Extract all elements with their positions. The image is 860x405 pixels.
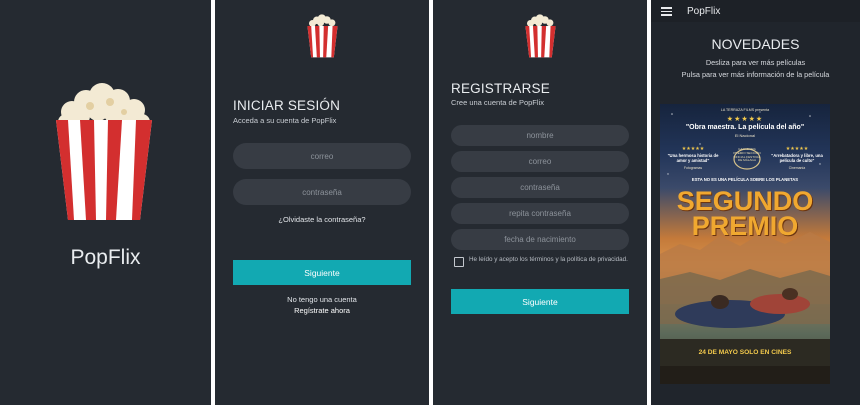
forgot-password-link[interactable]: ¿Olvidaste la contraseña? [215, 215, 429, 224]
page-title: REGISTRARSE [451, 81, 550, 96]
swipe-hint: Desliza para ver más películas [705, 58, 806, 67]
splash-screen: PopFlix [0, 0, 211, 405]
popcorn-logo-icon [525, 14, 556, 58]
register-screen: REGISTRARSE Cree una cuenta de PopFlix n… [433, 0, 647, 405]
app-name: PopFlix [70, 246, 141, 269]
poster-tagline: ESTA NO ES UNA PELÍCULA SOBRE LOS PLANET… [691, 177, 799, 182]
page-title: INICIAR SESIÓN [233, 98, 341, 113]
app-title: PopFlix [687, 5, 721, 17]
email-field[interactable]: correo [451, 151, 629, 172]
poster-quote-left-source: Fotogramas [683, 166, 703, 170]
terms-row[interactable]: He leído y acepto los términos y la polí… [454, 256, 632, 267]
poster-title-line2: PREMIO [691, 211, 799, 241]
section-heading: NOVEDADES [711, 36, 800, 52]
poster-right-stars-icon: ★★★★★ [785, 146, 809, 152]
app-bar: PopFlix [651, 0, 860, 22]
poster-quote-left: "Una hermosa historia de amor y amistad" [667, 153, 719, 163]
tap-hint: Pulsa para ver más información de la pel… [681, 70, 830, 79]
poster-quote-main-source: El Nacional [734, 133, 756, 138]
poster-presenter: LA TERRAZA FILMS presenta [720, 108, 770, 112]
email-field[interactable]: correo [233, 143, 411, 169]
next-button[interactable]: Siguiente [233, 260, 411, 285]
poster-release: 24 DE MAYO SOLO EN CINES [698, 349, 792, 356]
no-account-text: No tengo una cuenta [287, 295, 357, 304]
repeat-password-field[interactable]: repita contraseña [451, 203, 629, 224]
poster-quote-right-source: Cinemanía [788, 166, 806, 170]
poster-quote-right: "Arrebatadora y libre, una película de c… [771, 153, 823, 163]
page-subtitle: Cree una cuenta de PopFlix [451, 98, 544, 107]
password-field[interactable]: contraseña [233, 179, 411, 205]
menu-icon[interactable] [661, 7, 672, 16]
popcorn-logo-icon [307, 14, 338, 58]
password-field[interactable]: contraseña [451, 177, 629, 198]
register-now-link[interactable]: Regístrate ahora [215, 306, 429, 315]
news-screen: PopFlix NOVEDADES Desliza para ver más p… [651, 0, 860, 405]
poster-festival: GANADORA PREMIO SECCIÓN OFICIAL FESTIVAL… [733, 147, 761, 163]
terms-label: He leído y acepto los términos y la polí… [469, 256, 628, 263]
terms-checkbox[interactable] [454, 257, 464, 267]
next-button[interactable]: Siguiente [451, 289, 629, 314]
poster-stars-icon: ★★★★★ [726, 116, 764, 123]
popcorn-logo-icon [56, 83, 152, 220]
poster-left-stars-icon: ★★★★★ [681, 146, 705, 152]
movie-poster[interactable]: LA TERRAZA FILMS presenta ★★★★★ "Obra ma… [660, 104, 830, 384]
poster-quote-main: "Obra maestra. La película del año" [685, 124, 805, 131]
birthdate-field[interactable]: fecha de nacimiento [451, 229, 629, 250]
name-field[interactable]: nombre [451, 125, 629, 146]
login-screen: INICIAR SESIÓN Acceda a su cuenta de Pop… [215, 0, 429, 405]
page-subtitle: Acceda a su cuenta de PopFlix [233, 116, 337, 125]
